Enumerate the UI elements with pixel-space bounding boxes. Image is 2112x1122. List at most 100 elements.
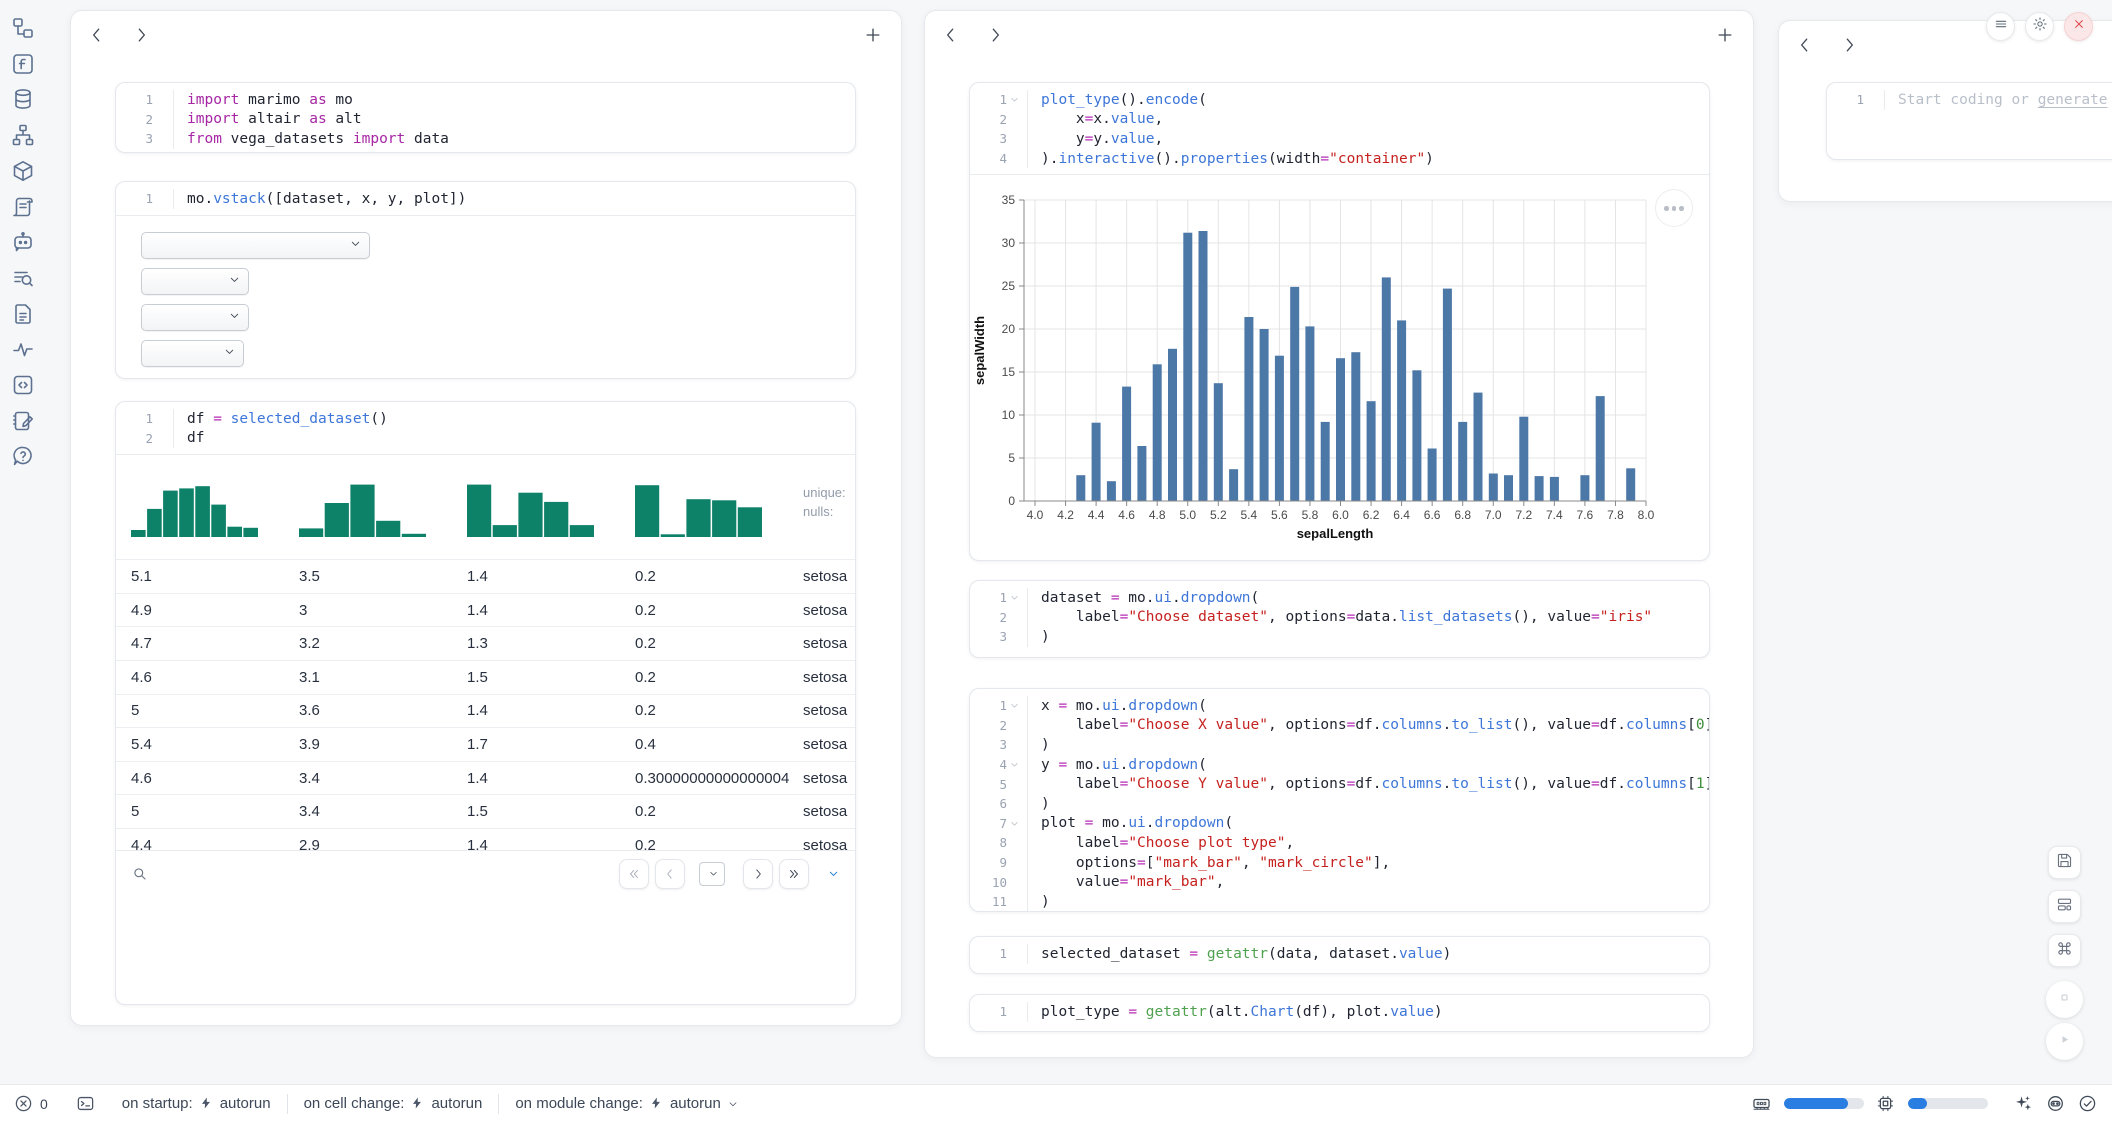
table-row[interactable]: 4.931.40.2setosa [116, 594, 855, 628]
code-line[interactable]: 1plot_type().encode( [970, 90, 1709, 110]
fold-chevron-icon[interactable] [1009, 699, 1022, 712]
code-line[interactable]: 1import marimo as mo [116, 90, 855, 110]
terminal-icon[interactable] [76, 1094, 96, 1114]
code-line[interactable]: 2 x=x.value, [970, 110, 1709, 130]
table-row[interactable]: 4.63.11.50.2setosa [116, 661, 855, 695]
code-line[interactable]: 1mo.vstack([dataset, x, y, plot]) [116, 189, 855, 209]
sidebar-scratchpad-icon[interactable] [11, 409, 37, 435]
column-collapse-left-icon[interactable] [941, 25, 963, 47]
search-icon[interactable] [131, 865, 149, 883]
connection-status-icon[interactable] [2078, 1094, 2098, 1114]
column-collapse-right-icon[interactable] [131, 25, 153, 47]
code-line[interactable]: 5 label="Choose Y value", options=df.col… [970, 774, 1709, 794]
sidebar-file-tree-icon[interactable] [11, 16, 37, 42]
code-line[interactable]: 4).interactive().properties(width="conta… [970, 149, 1709, 169]
sidebar-help-bubble-icon[interactable] [11, 444, 37, 470]
settings-button[interactable] [2025, 12, 2054, 41]
sidebar-database-icon[interactable] [11, 87, 37, 113]
code-editor[interactable]: 1x = mo.ui.dropdown(2 label="Choose X va… [970, 689, 1709, 912]
stop-button[interactable] [2046, 981, 2083, 1018]
sidebar-activity-pulse-icon[interactable] [11, 337, 37, 363]
sidebar-code-cell-icon[interactable] [11, 373, 37, 399]
run-all-button[interactable] [2046, 1023, 2083, 1060]
column-collapse-left-icon[interactable] [87, 25, 109, 47]
code-line[interactable]: 1plot_type = getattr(alt.Chart(df), plot… [970, 1002, 1709, 1022]
runtime-config-item[interactable]: on startup:autorun [122, 1095, 271, 1112]
dropdown-select[interactable] [141, 232, 370, 259]
code-editor[interactable]: 1plot_type().encode(2 x=x.value,3 y=y.va… [970, 83, 1709, 174]
table-column-header[interactable] [131, 467, 299, 549]
cell-vstack[interactable]: 1mo.vstack([dataset, x, y, plot]) [115, 181, 856, 379]
column-collapse-right-icon[interactable] [985, 25, 1007, 47]
code-line[interactable]: 3 y=y.value, [970, 129, 1709, 149]
table-row[interactable]: 5.43.91.70.4setosa [116, 728, 855, 762]
page-select[interactable] [699, 862, 725, 886]
cell-dataset[interactable]: 1dataset = mo.ui.dropdown(2 label="Choos… [969, 580, 1710, 658]
code-line[interactable]: 3) [970, 627, 1709, 647]
sidebar-document-icon[interactable] [11, 302, 37, 328]
fold-chevron-icon[interactable] [1009, 591, 1022, 604]
sidebar-package-icon[interactable] [11, 159, 37, 185]
dropdown-select[interactable] [141, 304, 249, 331]
column-collapse-right-icon[interactable] [1839, 35, 1861, 57]
cell-plottype[interactable]: 1plot_type = getattr(alt.Chart(df), plot… [969, 994, 1710, 1032]
sidebar-function-square-icon[interactable] [11, 52, 37, 78]
table-row[interactable]: 53.61.40.2setosa [116, 695, 855, 729]
code-line[interactable]: 2 label="Choose X value", options=df.col… [970, 716, 1709, 736]
table-column-header[interactable] [467, 467, 635, 549]
code-line[interactable]: 1dataset = mo.ui.dropdown( [970, 588, 1709, 608]
sidebar-search-logs-icon[interactable] [11, 266, 37, 292]
sidebar-chat-bot-icon[interactable] [11, 230, 37, 256]
runtime-config-item[interactable]: on cell change:autorun [304, 1095, 483, 1112]
code-line[interactable]: 9 options=["mark_bar", "mark_circle"], [970, 853, 1709, 873]
code-line[interactable]: 1 Start coding or generate with AI [1827, 90, 2112, 110]
code-line[interactable]: 2import altair as alt [116, 110, 855, 130]
code-editor[interactable]: 1df = selected_dataset()2df [116, 402, 855, 454]
save-button[interactable] [2048, 846, 2081, 879]
table-column-header[interactable] [635, 467, 803, 549]
code-editor[interactable]: 1dataset = mo.ui.dropdown(2 label="Choos… [970, 581, 1709, 653]
keyboard-shortcuts-button[interactable] [2048, 934, 2081, 967]
code-line[interactable]: 3) [970, 735, 1709, 755]
cell-selected[interactable]: 1selected_dataset = getattr(data, datase… [969, 936, 1710, 974]
code-editor[interactable]: 1selected_dataset = getattr(data, datase… [970, 937, 1709, 970]
dropdown-select[interactable] [141, 340, 244, 367]
table-row[interactable]: 53.41.50.2setosa [116, 795, 855, 829]
code-line[interactable]: 7plot = mo.ui.dropdown( [970, 814, 1709, 834]
copilot-icon[interactable] [2046, 1094, 2066, 1114]
code-line[interactable]: 1df = selected_dataset() [116, 409, 855, 429]
add-column-button[interactable] [863, 25, 885, 47]
empty-cell[interactable]: 1 Start coding or generate with AI [1826, 82, 2112, 160]
code-editor[interactable]: 1import marimo as mo2import altair as al… [116, 83, 855, 153]
download-button[interactable] [823, 867, 840, 880]
altair-bar-chart[interactable]: 051015202530354.04.24.44.64.85.05.25.45.… [970, 175, 1710, 543]
runtime-config-item[interactable]: on module change:autorun [515, 1095, 739, 1112]
ai-sparkles-icon[interactable] [2014, 1094, 2034, 1114]
first-page-button[interactable] [619, 859, 649, 889]
code-line[interactable]: 3from vega_datasets import data [116, 129, 855, 149]
code-line[interactable]: 2 label="Choose dataset", options=data.l… [970, 608, 1709, 628]
add-column-button[interactable] [1715, 25, 1737, 47]
fold-chevron-icon[interactable] [1009, 758, 1022, 771]
code-line[interactable]: 6) [970, 794, 1709, 814]
table-row[interactable]: 4.73.21.30.2setosa [116, 627, 855, 661]
errors-indicator-icon[interactable] [14, 1094, 34, 1114]
cell-xyplot[interactable]: 1x = mo.ui.dropdown(2 label="Choose X va… [969, 688, 1710, 912]
last-page-button[interactable] [779, 859, 809, 889]
next-page-button[interactable] [743, 859, 773, 889]
code-line[interactable]: 1selected_dataset = getattr(data, datase… [970, 944, 1709, 964]
fold-chevron-icon[interactable] [1009, 93, 1022, 106]
table-column-header[interactable] [299, 467, 467, 549]
prev-page-button[interactable] [655, 859, 685, 889]
code-line[interactable]: 11) [970, 892, 1709, 912]
code-editor[interactable]: 1plot_type = getattr(alt.Chart(df), plot… [970, 995, 1709, 1028]
dropdown-select[interactable] [141, 268, 249, 295]
code-line[interactable]: 4y = mo.ui.dropdown( [970, 755, 1709, 775]
code-line[interactable]: 2df [116, 429, 855, 449]
cell-df[interactable]: 1df = selected_dataset()2dfunique:nulls:… [115, 401, 856, 1005]
fold-chevron-icon[interactable] [1009, 817, 1022, 830]
code-line[interactable]: 8 label="Choose plot type", [970, 833, 1709, 853]
shutdown-button[interactable] [2064, 12, 2093, 41]
layout-button[interactable] [2048, 890, 2081, 923]
code-line[interactable]: 1x = mo.ui.dropdown( [970, 696, 1709, 716]
